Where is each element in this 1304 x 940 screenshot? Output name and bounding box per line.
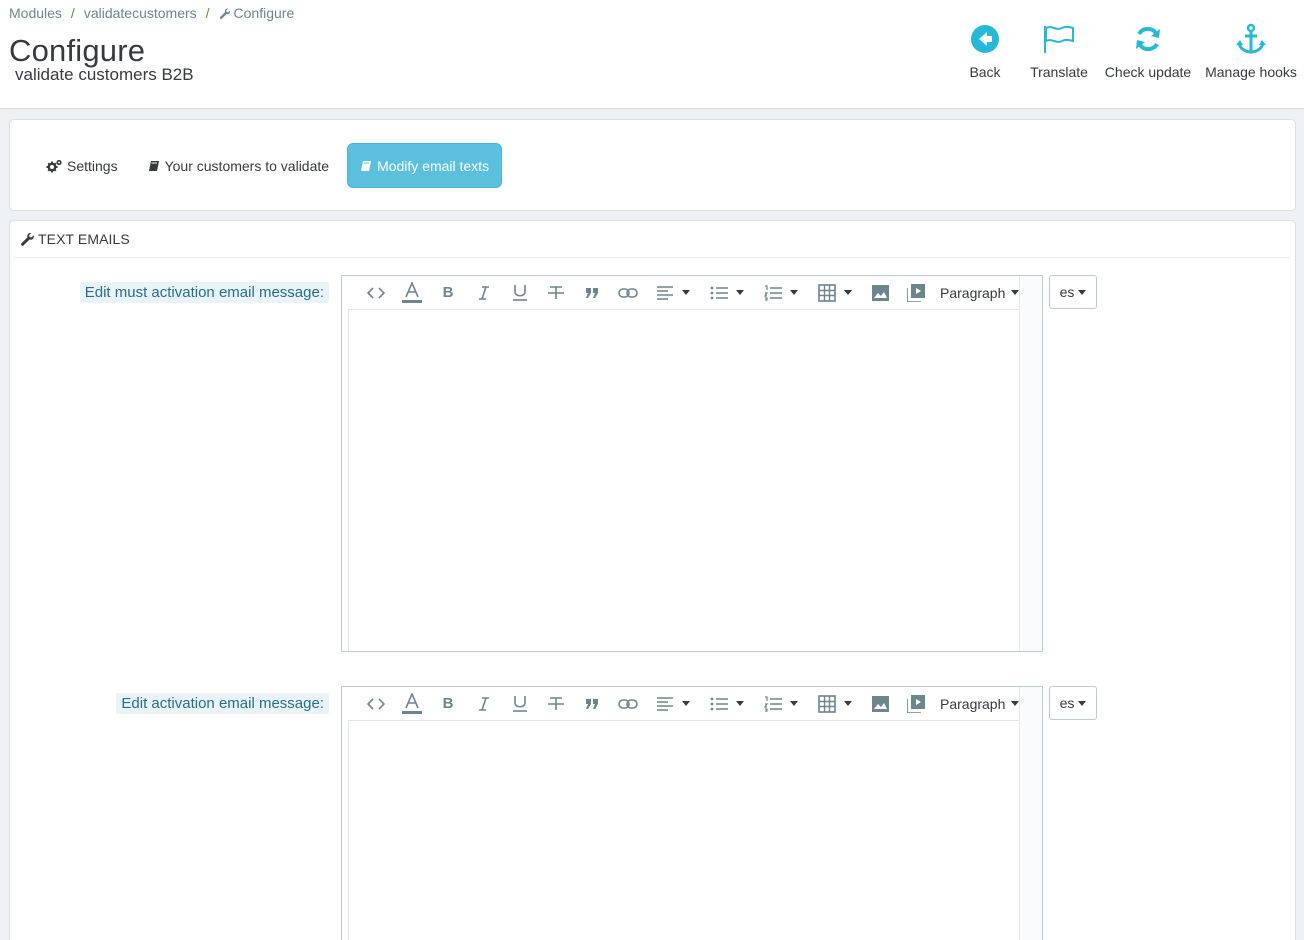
blockquote-icon[interactable] [574,278,610,308]
chevron-down-icon [736,290,744,295]
manage-hooks-button[interactable]: Manage hooks [1198,22,1304,80]
paragraph-format-dropdown[interactable]: Paragraph [940,284,1020,301]
text-color-icon[interactable] [394,689,430,719]
underline-icon[interactable] [502,278,538,308]
chevron-down-icon [1078,289,1087,295]
language-label: es [1059,695,1075,711]
table-dropdown[interactable] [808,278,862,308]
breadcrumb-modules[interactable]: Modules [9,5,62,21]
code-icon[interactable] [358,278,394,308]
editor-content-area[interactable] [348,721,1020,940]
back-button[interactable]: Back [950,22,1020,80]
underline-icon[interactable] [502,689,538,719]
breadcrumb-configure: Configure [233,5,295,21]
chevron-down-icon [790,701,798,706]
align-dropdown[interactable] [646,689,700,719]
numbered-list-dropdown[interactable] [754,278,808,308]
chevron-down-icon [682,701,690,706]
italic-icon[interactable] [466,278,502,308]
language-dropdown[interactable]: es [1049,275,1097,309]
book-icon [148,160,160,172]
chevron-down-icon [790,290,798,295]
chevron-down-icon [844,290,852,295]
book-icon [360,160,372,172]
wrench-icon [219,7,231,19]
page-title: Configure [9,33,146,68]
tabs-panel: Settings Your customers to validate Modi… [9,119,1296,211]
page-header: Modules / validatecustomers / Configure … [0,0,1304,109]
text-color-icon[interactable] [394,278,430,308]
divider [15,257,1290,258]
breadcrumb-validatecustomers[interactable]: validatecustomers [84,5,197,21]
numbered-list-dropdown[interactable] [754,689,808,719]
manage-hooks-label: Manage hooks [1205,64,1297,80]
chevron-down-icon [682,290,690,295]
code-icon[interactable] [358,689,394,719]
back-label: Back [969,64,1001,80]
wrench-icon [20,232,35,247]
text-emails-panel: TEXT EMAILS Edit must activation email m… [9,220,1296,940]
strikethrough-icon[interactable] [538,689,574,719]
arrow-circle-left-icon [968,22,1002,56]
editor-toolbar: B Paragraph [348,687,1020,721]
translate-button[interactable]: Translate [1020,22,1098,80]
tab-customers-label: Your customers to validate [164,157,330,174]
breadcrumb-separator: / [70,5,75,21]
anchor-icon [1234,22,1268,56]
cogs-icon [46,159,62,173]
tab-modify-email-texts[interactable]: Modify email texts [347,143,503,188]
image-icon[interactable] [862,689,898,719]
blockquote-icon[interactable] [574,689,610,719]
chevron-down-icon [1078,700,1087,706]
language-label: es [1059,284,1075,300]
tab-settings-label: Settings [67,157,118,174]
bold-icon[interactable]: B [430,278,466,308]
header-toolbar: Back Translate Check update Manage hooks [950,22,1304,80]
bullet-list-dropdown[interactable] [700,278,754,308]
strikethrough-icon[interactable] [538,278,574,308]
tab-customers-to-validate[interactable]: Your customers to validate [136,143,341,188]
editor-scrollbar[interactable] [1019,687,1042,940]
align-dropdown[interactable] [646,278,700,308]
tab-modify-email-label: Modify email texts [377,157,490,174]
breadcrumb: Modules / validatecustomers / Configure [9,5,294,21]
tab-settings[interactable]: Settings [34,143,130,188]
editor-content-area[interactable] [348,310,1020,651]
rich-text-editor: B Paragraph [341,275,1043,652]
paragraph-format-dropdown[interactable]: Paragraph [940,695,1020,712]
flag-icon [1042,22,1076,56]
translate-label: Translate [1030,64,1088,80]
video-icon[interactable] [898,278,934,308]
chevron-down-icon [844,701,852,706]
chevron-down-icon [736,701,744,706]
image-icon[interactable] [862,278,898,308]
module-tabs: Settings Your customers to validate Modi… [34,143,508,188]
page-subtitle: validate customers B2B [15,65,194,84]
rich-text-editor: B Paragraph [341,686,1043,940]
bold-icon[interactable]: B [430,689,466,719]
panel-heading-label: TEXT EMAILS [38,231,130,247]
field-label-activation: Edit activation email message: [116,693,329,714]
panel-heading: TEXT EMAILS [20,231,130,247]
refresh-icon [1131,22,1165,56]
link-icon[interactable] [610,278,646,308]
check-update-button[interactable]: Check update [1098,22,1198,80]
editor-scrollbar[interactable] [1019,276,1042,651]
check-update-label: Check update [1104,64,1192,80]
editor-toolbar: B Paragraph [348,276,1020,310]
field-label-must-activation: Edit must activation email message: [79,282,329,303]
table-dropdown[interactable] [808,689,862,719]
paragraph-label: Paragraph [940,695,1006,712]
language-dropdown[interactable]: es [1049,686,1097,720]
italic-icon[interactable] [466,689,502,719]
paragraph-label: Paragraph [940,284,1006,301]
video-icon[interactable] [898,689,934,719]
breadcrumb-separator: / [205,5,210,21]
bullet-list-dropdown[interactable] [700,689,754,719]
link-icon[interactable] [610,689,646,719]
